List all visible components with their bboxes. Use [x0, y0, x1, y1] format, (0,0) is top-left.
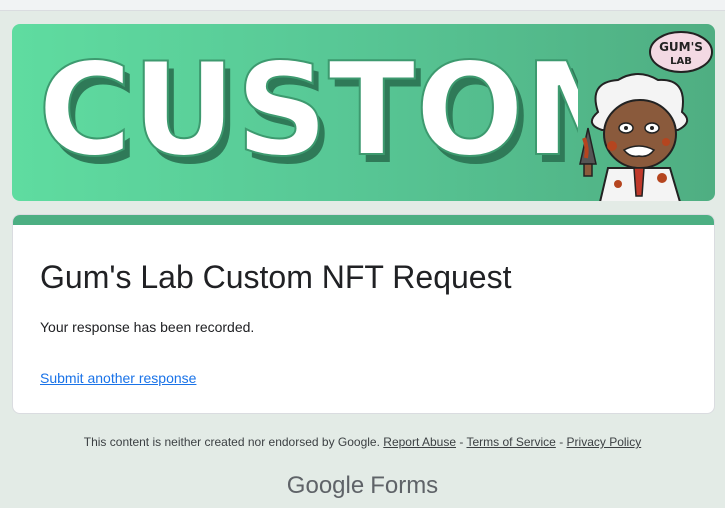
top-bar	[0, 0, 725, 11]
privacy-policy-link[interactable]: Privacy Policy	[567, 435, 642, 449]
terms-of-service-link[interactable]: Terms of Service	[466, 435, 555, 449]
google-forms-logo[interactable]: Google Forms	[0, 472, 725, 500]
submit-another-link[interactable]: Submit another response	[40, 370, 196, 386]
response-card: Gum's Lab Custom NFT Request Your respon…	[12, 214, 715, 414]
gums-lab-logo-icon: GUM'S LAB	[649, 31, 713, 73]
confirmation-message: Your response has been recorded.	[40, 319, 255, 335]
forms-wordmark: Forms	[370, 472, 439, 499]
card-accent-bar	[13, 215, 714, 225]
banner-word: CUSTOM	[38, 44, 578, 184]
google-wordmark: Google	[286, 472, 365, 499]
footer: This content is neither created nor endo…	[0, 435, 725, 449]
header-banner: CUSTOM CUSTOM GUM'S LAB	[12, 24, 715, 201]
report-abuse-link[interactable]: Report Abuse	[383, 435, 456, 449]
svg-text:GUM'S: GUM'S	[659, 40, 703, 54]
scientist-character-icon	[579, 73, 689, 201]
footer-separator: -	[559, 435, 564, 449]
footer-disclaimer: This content is neither created nor endo…	[83, 435, 380, 449]
form-title: Gum's Lab Custom NFT Request	[40, 259, 512, 295]
banner-word-art: CUSTOM CUSTOM	[38, 44, 578, 184]
footer-separator: -	[459, 435, 464, 449]
svg-text:LAB: LAB	[670, 56, 692, 67]
